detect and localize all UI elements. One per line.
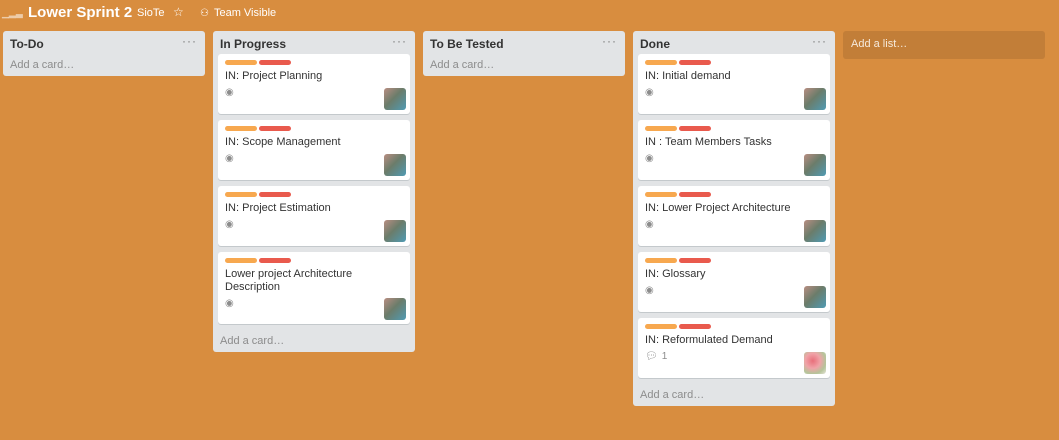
- team-icon: ⚇: [200, 7, 209, 19]
- avatar[interactable]: [384, 88, 406, 110]
- card[interactable]: IN: Glossary ◉: [638, 252, 830, 312]
- list-title[interactable]: To-Do: [10, 37, 44, 51]
- label-red: [259, 126, 291, 131]
- list-title[interactable]: To Be Tested: [430, 37, 504, 51]
- label-red: [259, 192, 291, 197]
- avatar[interactable]: [384, 154, 406, 176]
- avatar[interactable]: [804, 220, 826, 242]
- card[interactable]: IN: Reformulated Demand 💬︎ 1: [638, 318, 830, 378]
- label-orange: [225, 192, 257, 197]
- card[interactable]: Lower project Architecture Description ◉: [218, 252, 410, 324]
- list-menu-icon[interactable]: ···: [812, 34, 827, 48]
- card[interactable]: IN : Team Members Tasks ◉: [638, 120, 830, 180]
- card[interactable]: IN: Project Estimation ◉: [218, 186, 410, 246]
- comment-icon: 💬︎: [645, 351, 658, 362]
- avatar[interactable]: [804, 352, 826, 374]
- watch-icon: ◉: [645, 285, 654, 296]
- watch-icon: ◉: [645, 87, 654, 98]
- label-red: [679, 192, 711, 197]
- card-title: IN : Team Members Tasks: [645, 136, 772, 148]
- card-title: IN: Initial demand: [645, 70, 731, 82]
- avatar[interactable]: [804, 154, 826, 176]
- list-done: Done ··· IN: Initial demand ◉ IN : Team …: [633, 31, 835, 406]
- card-title: IN: Reformulated Demand: [645, 334, 773, 346]
- board-menu-icon[interactable]: ▁▂▃: [2, 8, 24, 18]
- visibility-label: Team Visible: [213, 7, 277, 19]
- list-to-do: To-Do ··· Add a card…: [3, 31, 205, 76]
- add-card-button[interactable]: Add a card…: [213, 330, 415, 352]
- watch-icon: ◉: [645, 219, 654, 230]
- watch-icon: ◉: [645, 153, 654, 164]
- list-to-be-tested: To Be Tested ··· Add a card…: [423, 31, 625, 76]
- card[interactable]: IN: Lower Project Architecture ◉: [638, 186, 830, 246]
- add-card-button[interactable]: Add a card…: [3, 54, 205, 76]
- add-card-button[interactable]: Add a card…: [423, 54, 625, 76]
- card[interactable]: IN: Project Planning ◉: [218, 54, 410, 114]
- card-title: Lower project Architecture Description: [225, 268, 353, 293]
- label-red: [259, 60, 291, 65]
- watch-icon: ◉: [225, 87, 234, 98]
- comment-count: 1: [661, 351, 668, 362]
- label-red: [679, 60, 711, 65]
- list-title[interactable]: In Progress: [220, 37, 286, 51]
- list-menu-icon[interactable]: ···: [182, 34, 197, 48]
- label-red: [679, 126, 711, 131]
- label-orange: [225, 60, 257, 65]
- card[interactable]: IN: Scope Management ◉: [218, 120, 410, 180]
- card-title: IN: Glossary: [645, 268, 706, 280]
- label-red: [679, 324, 711, 329]
- visibility-button[interactable]: ⚇ Team Visible: [200, 7, 276, 19]
- list-menu-icon[interactable]: ···: [602, 34, 617, 48]
- list-header: To-Do ···: [3, 31, 205, 54]
- list-title[interactable]: Done: [640, 37, 670, 51]
- list-header: Done ···: [633, 31, 835, 54]
- list-header: To Be Tested ···: [423, 31, 625, 54]
- label-red: [259, 258, 291, 263]
- watch-icon: ◉: [225, 298, 234, 309]
- add-list-button[interactable]: Add a list…: [843, 31, 1045, 59]
- avatar[interactable]: [804, 88, 826, 110]
- label-orange: [645, 258, 677, 263]
- org-name[interactable]: SioTe: [137, 7, 165, 19]
- label-orange: [645, 324, 677, 329]
- label-red: [679, 258, 711, 263]
- watch-icon: ◉: [225, 153, 234, 164]
- label-orange: [645, 60, 677, 65]
- label-orange: [225, 258, 257, 263]
- avatar[interactable]: [804, 286, 826, 308]
- card-title: IN: Scope Management: [225, 136, 341, 148]
- label-orange: [645, 192, 677, 197]
- avatar[interactable]: [384, 220, 406, 242]
- add-list-label: Add a list…: [851, 38, 908, 50]
- card-title: IN: Project Planning: [225, 70, 323, 82]
- board-header: ▁▂▃ Lower Sprint 2 SioTe ☆ ⚇ Team Visibl…: [0, 0, 1059, 26]
- add-card-button[interactable]: Add a card…: [633, 384, 835, 406]
- card-title: IN: Lower Project Architecture: [645, 202, 791, 214]
- list-in-progress: In Progress ··· IN: Project Planning ◉ I…: [213, 31, 415, 352]
- card[interactable]: IN: Initial demand ◉: [638, 54, 830, 114]
- label-orange: [225, 126, 257, 131]
- list-header: In Progress ···: [213, 31, 415, 54]
- avatar[interactable]: [384, 298, 406, 320]
- star-icon[interactable]: ☆: [173, 5, 184, 19]
- watch-icon: ◉: [225, 219, 234, 230]
- board-title[interactable]: Lower Sprint 2: [28, 4, 132, 21]
- label-orange: [645, 126, 677, 131]
- list-menu-icon[interactable]: ···: [392, 34, 407, 48]
- card-title: IN: Project Estimation: [225, 202, 331, 214]
